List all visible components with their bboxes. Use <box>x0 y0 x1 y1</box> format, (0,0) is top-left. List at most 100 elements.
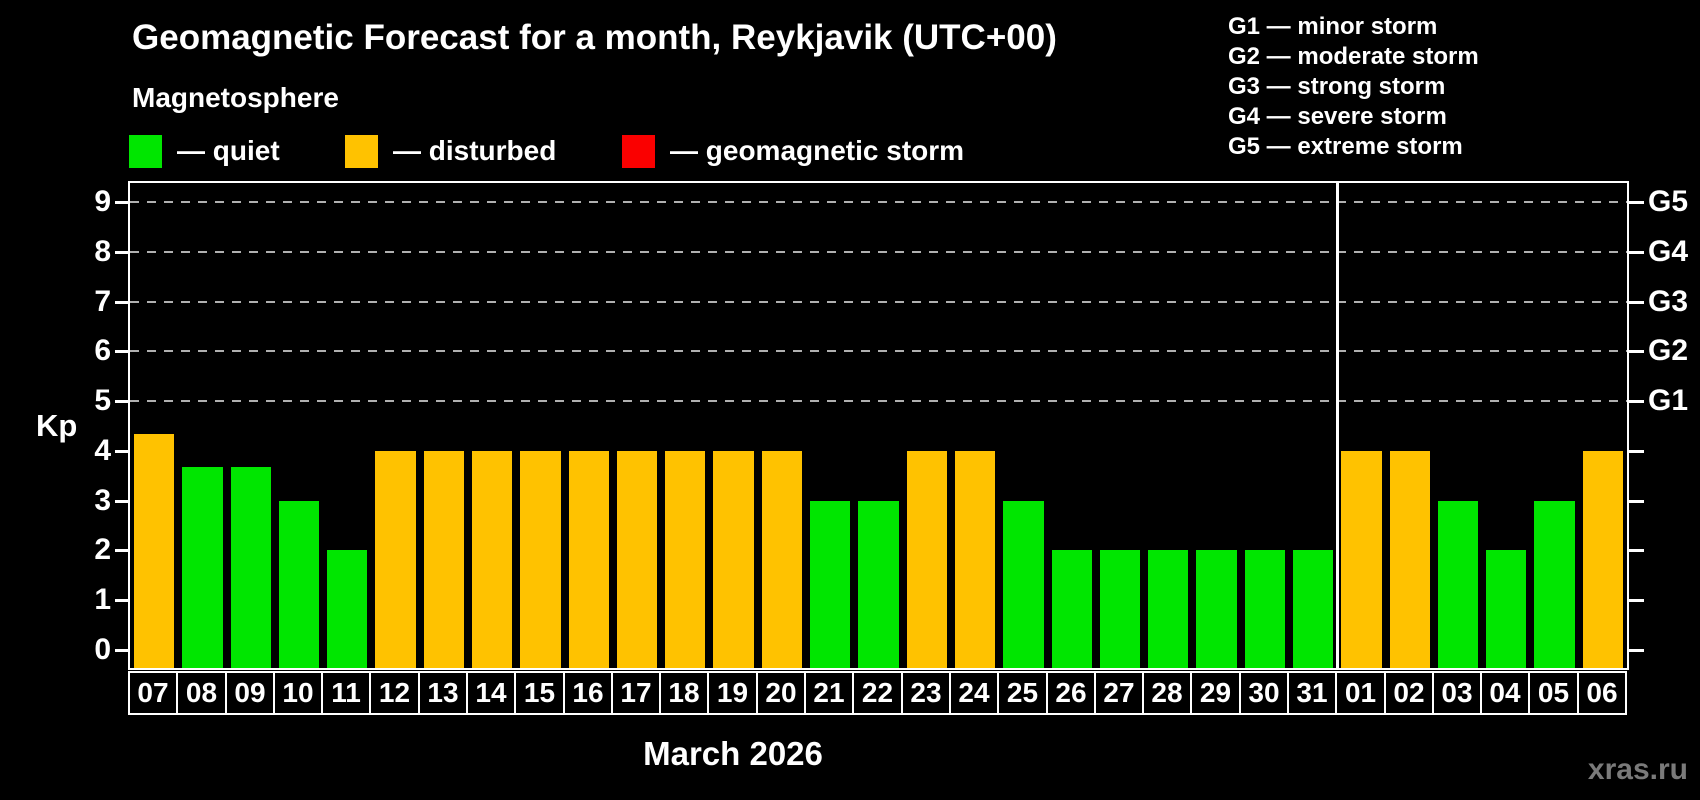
day-label-05: 05 <box>1528 671 1579 715</box>
day-label-26: 26 <box>1046 671 1096 715</box>
y-axis-label-4: 4 <box>94 433 111 467</box>
legend-item-disturbed: — disturbed <box>345 134 556 168</box>
bar-day-10 <box>278 500 320 668</box>
month-separator-line <box>1335 183 1339 668</box>
watermark: xras.ru <box>1587 753 1688 786</box>
y-axis-label-2: 2 <box>94 533 111 567</box>
chart-title: Geomagnetic Forecast for a month, Reykja… <box>132 18 1057 57</box>
bar-day-25 <box>1003 500 1044 668</box>
bar-day-03 <box>1437 500 1479 668</box>
legend-label-quiet: — quiet <box>177 135 280 166</box>
bar-day-18 <box>665 450 706 668</box>
y-axis-tick-left-3 <box>115 499 130 503</box>
y-axis-tick-left-1 <box>115 599 130 603</box>
day-label-18: 18 <box>659 671 709 715</box>
day-label-10: 10 <box>273 671 323 715</box>
gridline-kp-8 <box>130 250 1627 253</box>
day-label-21: 21 <box>804 671 854 715</box>
y-axis-label-9: 9 <box>94 184 111 218</box>
quiet-color-swatch <box>129 134 162 168</box>
day-label-08: 08 <box>176 671 227 715</box>
y-axis-label-3: 3 <box>94 483 111 517</box>
bar-day-04 <box>1486 550 1527 668</box>
y-axis-label-1: 1 <box>94 583 111 617</box>
right-axis-label-G4: G4 <box>1648 234 1689 268</box>
legend-label-storm: — geomagnetic storm <box>670 135 965 166</box>
gridline-kp-5 <box>130 400 1627 403</box>
bar-day-05 <box>1534 500 1575 668</box>
y-axis-tick-left-4 <box>115 449 130 453</box>
day-label-02: 02 <box>1384 671 1434 715</box>
y-axis-tick-left-5 <box>115 400 130 404</box>
y-axis-tick-left-8 <box>115 250 130 254</box>
bar-day-31 <box>1292 550 1334 668</box>
bar-day-16 <box>568 450 609 668</box>
bar-day-24 <box>954 450 996 668</box>
g-scale-legend-line: G5 — extreme storm <box>1228 133 1463 160</box>
plot-area <box>128 181 1629 670</box>
g-scale-legend-line: G1 — minor storm <box>1228 13 1438 40</box>
day-label-28: 28 <box>1142 671 1192 715</box>
bar-day-22 <box>858 500 899 668</box>
y-axis-tick-right-0 <box>1629 649 1644 652</box>
y-axis-tick-right-9 <box>1629 200 1644 204</box>
y-axis-tick-left-2 <box>115 549 130 553</box>
right-axis-label-G3: G3 <box>1648 284 1689 318</box>
y-axis-label-5: 5 <box>94 384 111 418</box>
gridline-kp-7 <box>130 300 1627 303</box>
bar-day-11 <box>327 550 368 668</box>
bar-day-01 <box>1341 450 1382 668</box>
day-label-27: 27 <box>1094 671 1144 715</box>
storm-color-swatch <box>622 134 655 168</box>
y-axis-tick-left-0 <box>115 649 130 652</box>
y-axis-label-0: 0 <box>94 633 111 666</box>
day-label-31: 31 <box>1287 671 1337 715</box>
bar-day-30 <box>1244 550 1285 668</box>
day-label-23: 23 <box>901 671 951 715</box>
y-axis-label-8: 8 <box>94 234 111 268</box>
gridline-kp-9 <box>130 200 1627 203</box>
legend-item-quiet: — quiet <box>129 134 280 168</box>
day-label-01: 01 <box>1335 671 1386 715</box>
day-label-14: 14 <box>466 671 516 715</box>
legend-item-storm: — geomagnetic storm <box>622 134 964 168</box>
legend-label-disturbed: — disturbed <box>393 135 557 166</box>
g-scale-legend-line: G4 — severe storm <box>1228 103 1447 130</box>
bar-day-17 <box>616 450 658 668</box>
bar-day-15 <box>520 450 561 668</box>
day-label-30: 30 <box>1239 671 1289 715</box>
day-label-29: 29 <box>1190 671 1241 715</box>
bar-day-19 <box>713 450 754 668</box>
bar-day-13 <box>423 450 465 668</box>
geomagnetic-forecast-chart: Geomagnetic Forecast for a month, Reykja… <box>0 0 1700 800</box>
right-axis-label-G2: G2 <box>1648 334 1689 368</box>
bar-day-08 <box>182 467 223 668</box>
right-axis-label-G1: G1 <box>1648 384 1689 418</box>
day-label-03: 03 <box>1432 671 1482 715</box>
bar-day-28 <box>1148 550 1189 668</box>
y-axis-tick-right-3 <box>1629 499 1644 503</box>
bar-day-14 <box>472 450 513 668</box>
day-label-09: 09 <box>225 671 275 715</box>
bar-day-20 <box>761 450 803 668</box>
day-label-24: 24 <box>949 671 999 715</box>
day-label-07: 07 <box>128 671 178 715</box>
day-label-19: 19 <box>707 671 758 715</box>
day-label-22: 22 <box>852 671 903 715</box>
x-axis-title: March 2026 <box>643 735 823 772</box>
x-axis-day-row: 07 08 09 10 11 12 13 14 15 16 17 18 19 20 21 22 23 24 25 26… <box>128 671 1629 715</box>
y-axis-tick-left-9 <box>115 200 130 204</box>
bar-day-21 <box>810 500 851 668</box>
y-axis-tick-right-2 <box>1629 549 1644 553</box>
g-scale-legend: G1 — minor storm G2 — moderate storm G3 — … <box>1228 12 1479 162</box>
bar-day-23 <box>906 450 947 668</box>
day-label-16: 16 <box>563 671 613 715</box>
y-axis-label-7: 7 <box>94 284 111 318</box>
chart-subtitle: Magnetosphere <box>132 82 339 113</box>
bar-day-06 <box>1582 450 1623 668</box>
g-scale-legend-line: G2 — moderate storm <box>1228 43 1479 70</box>
y-axis-tick-right-8 <box>1629 250 1644 254</box>
bar-day-09 <box>230 467 271 668</box>
g-scale-legend-line: G3 — strong storm <box>1228 73 1446 100</box>
day-label-15: 15 <box>514 671 565 715</box>
